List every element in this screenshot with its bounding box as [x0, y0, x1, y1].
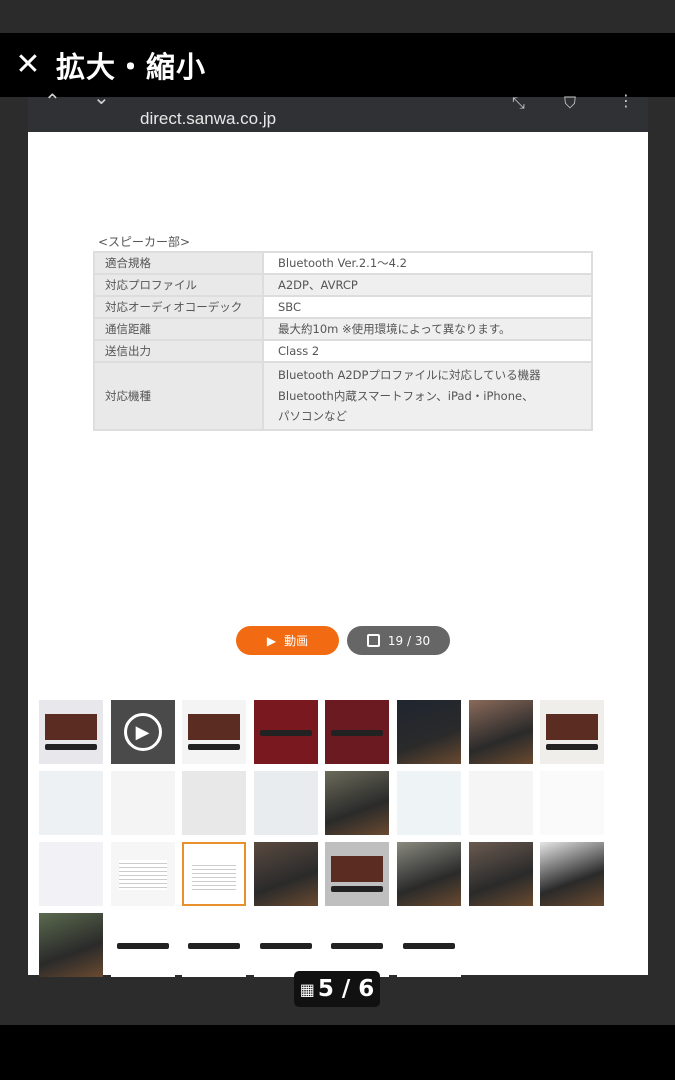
browser-chrome: ⌃ ⌄ ⤡ ⛉ ⋮ direct.sanwa.co.jp [28, 85, 648, 132]
thumbnail[interactable] [182, 771, 247, 835]
thumbnail[interactable] [397, 913, 461, 977]
tv-image [45, 714, 97, 740]
thumbnail[interactable] [468, 700, 533, 764]
page-title: 拡大・縮小 [56, 50, 207, 84]
doc-lines [192, 862, 237, 892]
gallery-count-button[interactable]: 19 / 30 [347, 626, 450, 655]
thumbnail[interactable] [397, 771, 461, 835]
chevron-down-icon: ⌄ [93, 85, 110, 109]
spec-value: SBC [262, 295, 593, 319]
thumbnail[interactable] [325, 913, 390, 977]
play-circle-icon: ▶ [123, 713, 162, 751]
thumbnail[interactable] [39, 913, 103, 977]
spec-heading: <スピーカー部> [98, 235, 191, 249]
spec-value: Bluetooth A2DPプロファイルに対応している機器 Bluetooth内蔵… [262, 361, 593, 431]
spec-value: A2DP、AVRCP [262, 273, 593, 297]
spec-row: 対応オーディオコーデック SBC [93, 295, 593, 319]
soundbar-image [403, 943, 455, 949]
thumbnail[interactable] [397, 842, 461, 906]
close-icon[interactable]: ✕ [0, 33, 56, 97]
share-icon: ⤡ [512, 93, 525, 112]
spec-value-line: Bluetooth内蔵スマートフォン、iPad・iPhone、 [278, 388, 534, 403]
spec-value-line: Class 2 [278, 344, 320, 358]
chevron-up-icon: ⌃ [44, 89, 61, 113]
thumbnail[interactable] [110, 842, 175, 906]
soundbar-image [259, 730, 312, 736]
thumbnail[interactable] [468, 842, 533, 906]
thumbnail[interactable] [39, 700, 103, 764]
page-indicator: ▦ 5 / 6 [294, 971, 380, 1007]
spec-table: 適合規格 Bluetooth Ver.2.1〜4.2 対応プロファイル A2DP、AV… [93, 251, 593, 431]
thumbnail[interactable] [325, 700, 390, 764]
grid-icon: ▦ [299, 979, 315, 999]
thumbnail[interactable] [182, 913, 247, 977]
spec-key: 対応機種 [93, 361, 264, 431]
thumbnail[interactable] [540, 700, 605, 764]
spec-row: 適合規格 Bluetooth Ver.2.1〜4.2 [93, 251, 593, 275]
spec-value-line: 最大約10m ※使用環境によって異なります。 [278, 322, 511, 336]
thumbnail[interactable] [325, 842, 390, 906]
soundbar-image [259, 943, 312, 949]
tv-image [546, 714, 599, 740]
thumbnail[interactable] [253, 771, 318, 835]
soundbar-image [546, 744, 599, 750]
url-text: direct.sanwa.co.jp [140, 109, 277, 128]
soundbar-image [188, 744, 241, 750]
thumbnail[interactable] [39, 842, 103, 906]
soundbar-image [45, 744, 97, 750]
spec-value-line: Bluetooth Ver.2.1〜4.2 [278, 256, 407, 270]
spec-key: 対応オーディオコーデック [93, 295, 264, 319]
spec-value-line: Bluetooth A2DPプロファイルに対応している機器 [278, 368, 541, 382]
thumbnail[interactable] [110, 913, 175, 977]
page-screenshot[interactable]: ⌃ ⌄ ⤡ ⛉ ⋮ direct.sanwa.co.jp <スピーカー部> 適合… [28, 85, 648, 977]
spec-key: 送信出力 [93, 339, 264, 363]
spec-value-line: A2DP、AVRCP [278, 278, 358, 292]
soundbar-image [188, 943, 241, 949]
video-label: 動画 [284, 634, 309, 648]
doc-lines [118, 860, 167, 890]
thumbnail[interactable] [253, 842, 318, 906]
tv-image [188, 714, 241, 740]
spec-key: 通信距離 [93, 317, 264, 341]
spec-key: 対応プロファイル [93, 273, 264, 297]
spec-value: Class 2 [262, 339, 593, 363]
spec-row: 送信出力 Class 2 [93, 339, 593, 363]
thumbnail[interactable] [540, 771, 605, 835]
spec-value-line: SBC [278, 300, 302, 314]
thumbnail[interactable] [110, 771, 175, 835]
thumbnail[interactable] [253, 700, 318, 764]
gallery-count: 19 / 30 [387, 633, 431, 648]
thumbnail[interactable] [253, 913, 318, 977]
soundbar-image [331, 886, 384, 892]
thumbnail[interactable] [325, 771, 390, 835]
thumbnail[interactable] [182, 842, 247, 906]
page-indicator-label: 5 / 6 [317, 976, 375, 1002]
play-icon: ▶ [266, 633, 277, 648]
video-button[interactable]: ▶ 動画 [236, 626, 339, 655]
spec-key: 適合規格 [93, 251, 264, 275]
soundbar-image [331, 730, 384, 736]
thumbnail[interactable]: ▶ [110, 700, 175, 764]
thumbnail[interactable] [39, 771, 103, 835]
thumbnail[interactable] [182, 700, 247, 764]
spec-row: 対応機種 Bluetooth A2DPプロファイルに対応している機器 Bluetoo… [93, 361, 593, 431]
status-bar [0, 0, 675, 33]
more-icon: ⋮ [618, 91, 634, 110]
navigation-bar [0, 1025, 675, 1080]
spec-value: Bluetooth Ver.2.1〜4.2 [262, 251, 593, 275]
spec-value: 最大約10m ※使用環境によって異なります。 [262, 317, 593, 341]
page-content: <スピーカー部> 適合規格 Bluetooth Ver.2.1〜4.2 対応プロファ… [28, 132, 648, 977]
bookmark-icon: ⛉ [564, 93, 577, 112]
thumbnail[interactable] [540, 842, 605, 906]
soundbar-image [331, 943, 384, 949]
spec-row: 対応プロファイル A2DP、AVRCP [93, 273, 593, 297]
soundbar-image [116, 943, 169, 949]
thumbnail[interactable] [397, 700, 461, 764]
spec-row: 通信距離 最大約10m ※使用環境によって異なります。 [93, 317, 593, 341]
image-icon [366, 634, 380, 647]
tv-image [331, 856, 384, 882]
thumbnail[interactable] [468, 771, 533, 835]
spec-value-line: パソコンなど [278, 409, 347, 423]
